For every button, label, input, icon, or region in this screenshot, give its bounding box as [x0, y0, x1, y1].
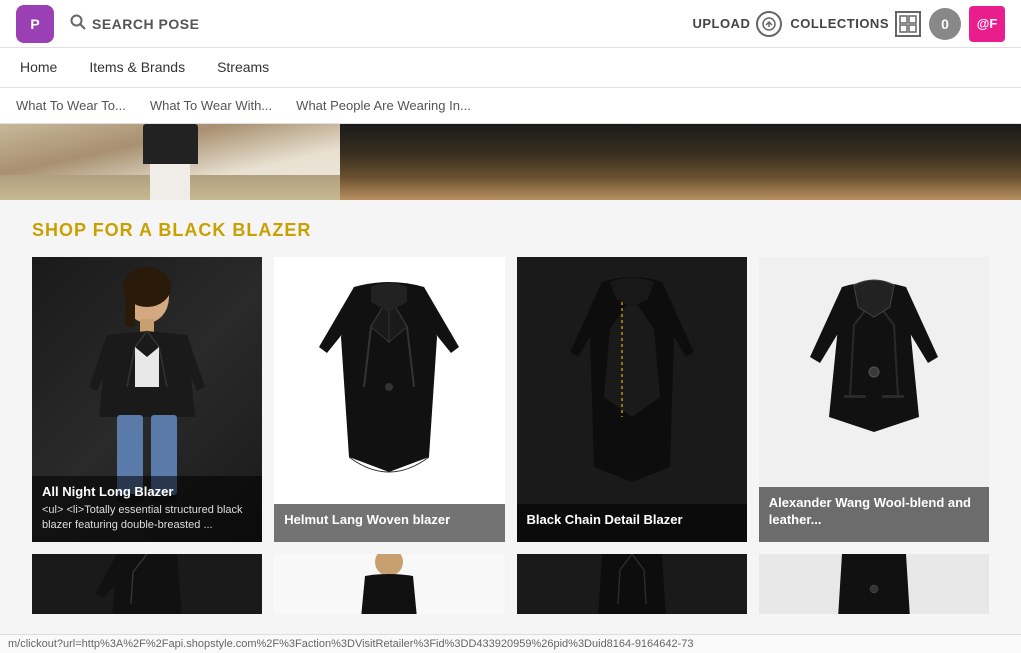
hero-right-image [340, 124, 1021, 200]
product-overlay-1: All Night Long Blazer <ul> <li>Totally e… [32, 476, 262, 542]
nav-item-home[interactable]: Home [16, 48, 61, 88]
product-name-2: Helmut Lang Woven blazer [284, 512, 494, 529]
collections-icon [895, 11, 921, 37]
product-name-3: Black Chain Detail Blazer [527, 512, 737, 529]
product-desc-1: <ul> <li>Totally essential structured bl… [42, 503, 252, 532]
search-label: SEARCH POSE [92, 16, 199, 32]
nav-item-items-brands[interactable]: Items & Brands [85, 48, 189, 88]
upload-icon [756, 11, 782, 37]
nav-bar: Home Items & Brands Streams [0, 48, 1021, 88]
main-content: SHOP FOR A BLACK BLAZER [0, 124, 1021, 634]
collections-button[interactable]: COLLECTIONS [790, 11, 921, 37]
collections-label: COLLECTIONS [790, 16, 889, 31]
status-url: m/clickout?url=http%3A%2F%2Fapi.shopstyl… [8, 638, 694, 650]
product-name-1: All Night Long Blazer [42, 484, 252, 501]
products-grid-bottom [32, 554, 989, 614]
product-card-8[interactable] [759, 554, 989, 614]
upload-label: UPLOAD [692, 16, 750, 31]
product-card-3[interactable]: Black Chain Detail Blazer [517, 257, 747, 542]
product-overlay-3: Black Chain Detail Blazer [517, 504, 747, 542]
product-overlay-2: Helmut Lang Woven blazer [274, 504, 504, 542]
logo[interactable]: P [16, 5, 54, 43]
sub-nav-item-wear-with[interactable]: What To Wear With... [150, 98, 272, 113]
profile-button[interactable]: @F [969, 6, 1005, 42]
upload-button[interactable]: UPLOAD [692, 11, 782, 37]
search-icon [70, 14, 86, 33]
shop-title: SHOP FOR A BLACK BLAZER [32, 220, 989, 241]
product-name-4: Alexander Wang Wool-blend and leather... [769, 495, 979, 529]
product-card-7[interactable] [517, 554, 747, 614]
product-card-2[interactable]: Helmut Lang Woven blazer [274, 257, 504, 542]
sub-nav-item-people-wearing[interactable]: What People Are Wearing In... [296, 98, 471, 113]
product-card-6[interactable] [274, 554, 504, 614]
header: P SEARCH POSE UPLOAD COLLECTIONS [0, 0, 1021, 48]
product-card-1[interactable]: All Night Long Blazer <ul> <li>Totally e… [32, 257, 262, 542]
product-overlay-4: Alexander Wang Wool-blend and leather... [759, 487, 989, 542]
product-card-5[interactable] [32, 554, 262, 614]
shop-section: SHOP FOR A BLACK BLAZER [0, 200, 1021, 634]
product-card-4[interactable]: Alexander Wang Wool-blend and leather... [759, 257, 989, 542]
sub-nav-item-wear-to[interactable]: What To Wear To... [16, 98, 126, 113]
header-right: UPLOAD COLLECTIONS 0 @F [692, 6, 1005, 42]
products-grid: All Night Long Blazer <ul> <li>Totally e… [32, 257, 989, 542]
hero-strip [0, 124, 1021, 200]
search-bar[interactable]: SEARCH POSE [70, 14, 199, 33]
sub-nav: What To Wear To... What To Wear With... … [0, 88, 1021, 124]
nav-item-streams[interactable]: Streams [213, 48, 273, 88]
hero-left-image [0, 124, 340, 200]
badge-count[interactable]: 0 [929, 8, 961, 40]
